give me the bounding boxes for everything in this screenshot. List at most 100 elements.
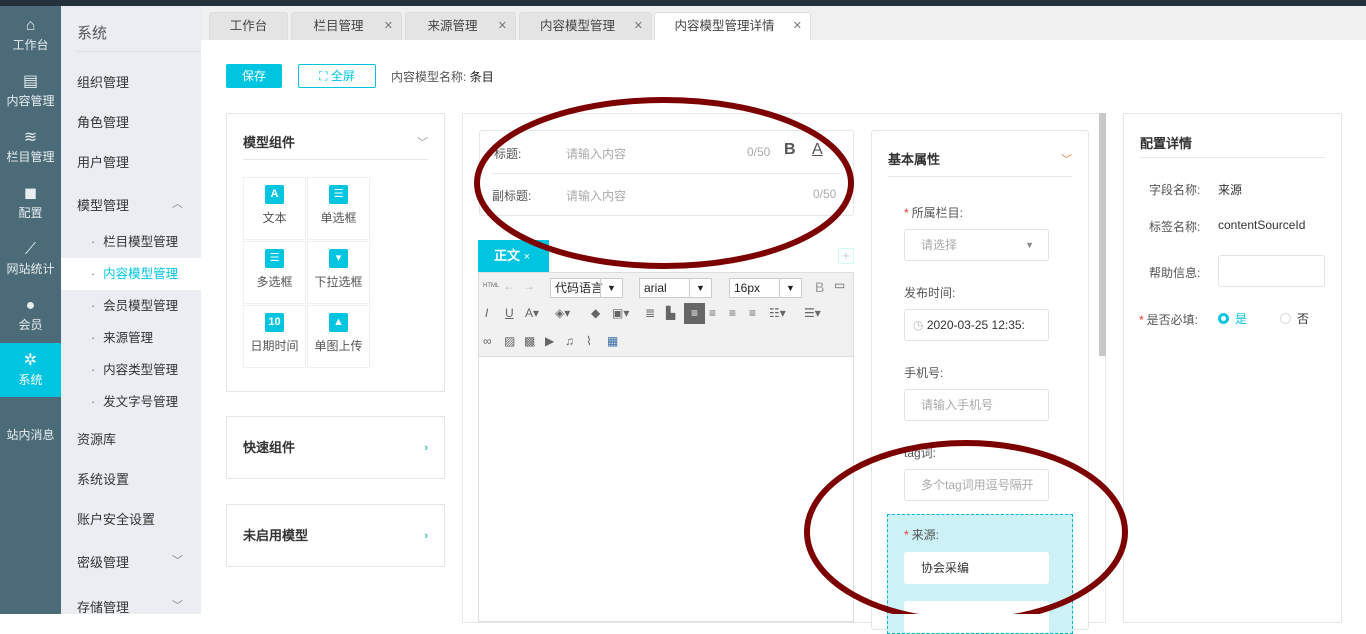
indent-icon[interactable]: ≣ <box>645 306 655 320</box>
source-field-selected[interactable]: * 来源: 协会采编 <box>887 514 1073 634</box>
nav-column[interactable]: ≋ 栏目管理 <box>0 120 61 174</box>
close-icon[interactable]: ✕ <box>793 13 802 39</box>
redo-icon[interactable]: → <box>523 279 535 293</box>
sub-item-org[interactable]: 组织管理 <box>77 72 201 91</box>
components-header[interactable]: 模型组件 ﹀ <box>243 114 428 160</box>
italic-icon[interactable]: I <box>485 306 488 320</box>
required-yes-radio[interactable]: 是 <box>1218 310 1247 327</box>
chevron-up-icon: ︿ <box>172 198 183 210</box>
rich-text-editor[interactable]: HTML ← → 代码语言 ▼ arial ▼ 16px ▼ B ▭ I U A▾ ◈… <box>478 272 854 622</box>
multi-image-icon[interactable]: ▩ <box>524 334 535 348</box>
align-center-icon[interactable]: ≡ <box>729 306 736 320</box>
close-icon[interactable]: × <box>524 251 530 263</box>
font-color-button[interactable]: A <box>812 141 823 159</box>
font-size-select[interactable]: 16px ▼ <box>729 278 802 298</box>
tab-body[interactable]: 正文 × <box>478 240 549 272</box>
sub-child-member-model[interactable]: 会员模型管理 <box>61 290 201 322</box>
tab-content-model-detail[interactable]: 内容模型管理详情 ✕ <box>654 12 811 40</box>
sub-item-account-security[interactable]: 账户安全设置 <box>77 509 201 528</box>
font-family-select[interactable]: arial ▼ <box>639 278 712 298</box>
close-icon[interactable]: ✕ <box>384 13 393 39</box>
quick-components-panel[interactable]: 快速组件 › <box>226 416 445 479</box>
underline-icon[interactable]: U <box>505 306 514 320</box>
add-tab-button[interactable]: + <box>838 248 854 264</box>
unused-models-panel[interactable]: 未启用模型 › <box>226 504 445 567</box>
bold-icon[interactable]: B <box>815 279 824 295</box>
caret-down-icon: ▼ <box>1025 240 1034 250</box>
nav-messages[interactable]: 站内消息 <box>0 426 61 446</box>
column-select[interactable]: 请选择 ▼ <box>904 229 1049 261</box>
sub-item-storage[interactable]: 存储管理 ﹀ <box>77 597 201 616</box>
tab-column[interactable]: 栏目管理 ✕ <box>291 12 402 40</box>
sub-child-column-model[interactable]: 栏目模型管理 <box>61 226 201 258</box>
sub-child-source[interactable]: 来源管理 <box>61 322 201 354</box>
close-icon[interactable]: ✕ <box>634 13 643 39</box>
eraser-icon[interactable]: ◆ <box>591 306 600 320</box>
html-button[interactable]: HTML <box>483 283 499 289</box>
nav-workbench[interactable]: ⌂ 工作台 <box>0 8 61 62</box>
image-icon: ▲ <box>329 313 348 332</box>
sub-item-model[interactable]: 模型管理 ︿ <box>77 195 201 214</box>
align-right-icon[interactable]: ≡ <box>709 306 716 320</box>
divider <box>492 173 841 174</box>
sub-child-content-type[interactable]: 内容类型管理 <box>61 354 201 386</box>
sub-child-doc-number[interactable]: 发文字号管理 <box>61 386 201 418</box>
phone-input[interactable]: 请输入手机号 <box>904 389 1049 421</box>
component-text[interactable]: A 文本 <box>243 177 306 240</box>
link-icon[interactable]: ∞ <box>483 334 492 348</box>
nav-system[interactable]: ✲ 系统 <box>0 343 61 397</box>
subtitle-input[interactable]: 请输入内容 <box>566 187 626 204</box>
help-info-input[interactable] <box>1218 255 1325 287</box>
nav-stats[interactable]: ⟋ 网站统计 <box>0 232 61 286</box>
chevron-right-icon: › <box>424 530 428 542</box>
undo-icon[interactable]: ← <box>503 279 515 293</box>
image-icon[interactable]: ▨ <box>504 334 515 348</box>
component-checkbox[interactable]: ☰ 多选框 <box>243 241 306 304</box>
preview-icon[interactable]: ▭ <box>834 278 845 292</box>
component-image-upload[interactable]: ▲ 单图上传 <box>307 305 370 368</box>
save-button[interactable]: 保存 <box>226 64 282 88</box>
paste-icon[interactable]: ▙ <box>666 306 675 320</box>
source-input[interactable]: 协会采编 <box>904 552 1049 584</box>
align-justify-icon[interactable]: ≡ <box>749 306 756 320</box>
sub-item-role[interactable]: 角色管理 <box>77 112 201 131</box>
basic-properties-header[interactable]: 基本属性 ﹀ <box>888 131 1072 177</box>
bg-color-icon[interactable]: ◈▾ <box>555 306 570 320</box>
ordered-list-icon[interactable]: ☷▾ <box>769 306 786 320</box>
code-language-select[interactable]: 代码语言 ▼ <box>550 278 623 298</box>
nav-member[interactable]: ● 会员 <box>0 288 61 342</box>
component-datetime[interactable]: 10 日期时间 <box>243 305 306 368</box>
sub-item-user[interactable]: 用户管理 <box>77 152 201 171</box>
music-icon[interactable]: ♫ <box>565 334 574 348</box>
publish-time-input[interactable]: ◷ 2020-03-25 12:35: <box>904 309 1049 341</box>
bold-button[interactable]: B <box>784 141 796 159</box>
close-icon[interactable]: ✕ <box>498 13 507 39</box>
sub-item-secret-level[interactable]: 密级管理 ﹀ <box>77 552 201 571</box>
calendar-icon: 10 <box>265 313 284 332</box>
cube-icon: ◼ <box>23 185 38 202</box>
fullscreen-button[interactable]: ⛶ 全屏 <box>298 64 376 88</box>
tag-input[interactable]: 多个tag词用逗号隔开 <box>904 469 1049 501</box>
next-field[interactable] <box>904 601 1049 633</box>
align-left-icon[interactable]: ≡ <box>684 303 705 324</box>
nav-config[interactable]: ◼ 配置 <box>0 176 61 230</box>
unordered-list-icon[interactable]: ☰▾ <box>804 306 821 320</box>
nav-content[interactable]: ▤ 内容管理 <box>0 64 61 118</box>
sub-child-content-model[interactable]: 内容模型管理 <box>61 258 201 290</box>
template-icon[interactable]: ▣▾ <box>612 306 629 320</box>
tag-name-value: contentSourceId <box>1218 218 1306 232</box>
font-color-icon[interactable]: A▾ <box>525 306 539 320</box>
scrollbar[interactable] <box>1099 113 1106 356</box>
title-input[interactable]: 请输入内容 <box>566 145 626 162</box>
table-icon[interactable]: ▦ <box>607 334 618 348</box>
attachment-icon[interactable]: ⌇ <box>586 334 592 348</box>
component-dropdown[interactable]: ▾ 下拉选框 <box>307 241 370 304</box>
video-icon[interactable]: ▶ <box>545 334 554 348</box>
component-radio[interactable]: ☰ 单选框 <box>307 177 370 240</box>
tab-content-model[interactable]: 内容模型管理 ✕ <box>519 12 652 40</box>
tab-workbench[interactable]: 工作台 <box>209 12 288 40</box>
required-no-radio[interactable]: 否 <box>1280 310 1309 327</box>
tab-source[interactable]: 来源管理 ✕ <box>405 12 516 40</box>
sub-item-settings[interactable]: 系统设置 <box>77 469 201 488</box>
sub-item-resources[interactable]: 资源库 <box>77 429 201 448</box>
